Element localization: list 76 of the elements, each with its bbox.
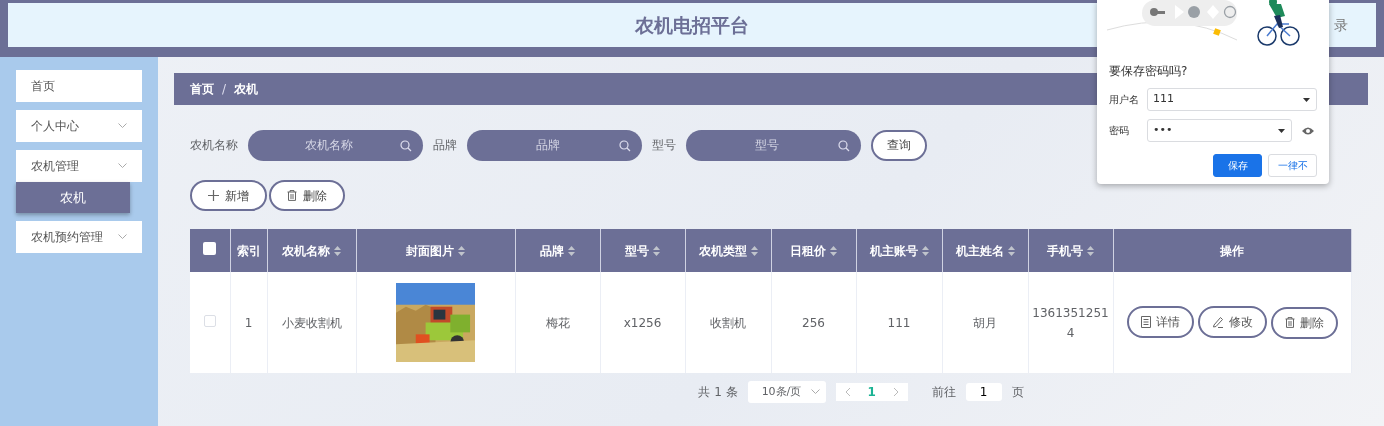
sort-icon[interactable]	[1007, 246, 1015, 256]
checkbox[interactable]	[203, 314, 216, 327]
login-link[interactable]: 录	[1334, 15, 1348, 36]
page-unit-label: 页	[1011, 384, 1024, 401]
trash-icon	[287, 190, 297, 201]
document-icon	[1140, 316, 1151, 329]
table-cell-text: 13613512514	[1031, 304, 1110, 342]
sort-icon[interactable]	[334, 246, 341, 256]
site-title: 农机电招平台	[635, 12, 749, 38]
table-cell: 111	[887, 315, 911, 330]
column-header[interactable]: 型号	[625, 243, 649, 258]
never-button[interactable]: 一律不	[1268, 154, 1317, 177]
plus-icon	[208, 190, 219, 201]
row-action-button[interactable]: 删除	[1270, 306, 1338, 339]
search-field[interactable]: 农机名称	[248, 129, 423, 161]
sidebar-item[interactable]: 农机预约管理	[16, 221, 142, 253]
query-button[interactable]: 查询	[871, 129, 927, 161]
column-header[interactable]: 机主账号	[869, 243, 918, 258]
page-input[interactable]: 1	[965, 383, 1002, 401]
row-action-button[interactable]: 修改	[1197, 306, 1267, 339]
search-icon	[619, 139, 631, 152]
breadcrumb-item: 农机	[234, 81, 259, 98]
trash-icon	[1284, 317, 1295, 329]
sidebar-item[interactable]: 农机管理	[16, 150, 142, 182]
table-cell: 梅花	[545, 315, 570, 330]
table-cell: 256	[802, 315, 825, 330]
table-cell: x1256	[623, 315, 662, 330]
search-field[interactable]: 型号	[686, 129, 861, 161]
caret-icon[interactable]	[1278, 128, 1285, 133]
dropdown-field[interactable]: •••	[1147, 119, 1292, 142]
action-button[interactable]: 删除	[269, 180, 345, 211]
breadcrumb-separator: /	[222, 81, 227, 98]
table-cell: 小麦收割机	[281, 315, 342, 330]
column-header[interactable]: 农机名称	[282, 243, 330, 258]
field-label: 用户名	[1109, 93, 1140, 107]
sort-icon[interactable]	[750, 246, 758, 256]
column-header[interactable]: 品牌	[540, 243, 564, 258]
breadcrumb-item[interactable]: 首页	[190, 80, 214, 98]
sidebar-item[interactable]: 个人中心	[16, 110, 142, 142]
table-cell: 1	[244, 315, 253, 330]
sort-icon[interactable]	[830, 246, 837, 256]
field-label: 农机名称	[190, 137, 238, 154]
table-cell: 收割机	[710, 315, 746, 330]
goto-label: 前往	[931, 384, 956, 401]
page-size-select[interactable]: 10条/页	[747, 381, 826, 403]
sort-icon[interactable]	[653, 246, 660, 256]
sort-icon[interactable]	[458, 246, 465, 256]
column-header[interactable]: 机主姓名	[955, 243, 1004, 258]
dropdown-field[interactable]: 111	[1147, 88, 1317, 111]
column-header[interactable]: 日租价	[790, 243, 826, 258]
total-count: 共 1 条	[698, 384, 738, 401]
column-header[interactable]: 封面图片	[406, 243, 454, 258]
field-label: 密码	[1109, 124, 1130, 138]
sidebar-item[interactable]: 首页	[16, 70, 142, 102]
column-header[interactable]: 手机号	[1047, 243, 1083, 258]
search-icon	[838, 139, 850, 152]
row-action-button[interactable]: 详情	[1126, 306, 1194, 339]
column-header[interactable]: 农机类型	[698, 243, 747, 258]
sort-icon[interactable]	[568, 246, 575, 256]
popup-title: 要保存密码吗?	[1109, 63, 1189, 80]
action-button[interactable]: 新增	[190, 180, 267, 211]
sidebar-subitem[interactable]: 农机	[16, 182, 130, 213]
eye-icon[interactable]	[1302, 126, 1314, 135]
field-label: 品牌	[433, 137, 457, 154]
field-label: 型号	[652, 137, 676, 154]
search-field[interactable]: 品牌	[467, 129, 642, 161]
column-header[interactable]: 操作	[1220, 243, 1244, 258]
save-button[interactable]: 保存	[1213, 154, 1262, 177]
chevron-icon	[810, 389, 820, 395]
checkbox[interactable]	[203, 241, 217, 255]
caret-icon[interactable]	[1303, 97, 1310, 102]
search-icon	[400, 139, 412, 152]
pencil-icon	[1211, 316, 1224, 329]
sort-icon[interactable]	[921, 246, 929, 256]
sort-icon[interactable]	[1087, 246, 1094, 256]
table-cell: 胡月	[973, 315, 997, 330]
